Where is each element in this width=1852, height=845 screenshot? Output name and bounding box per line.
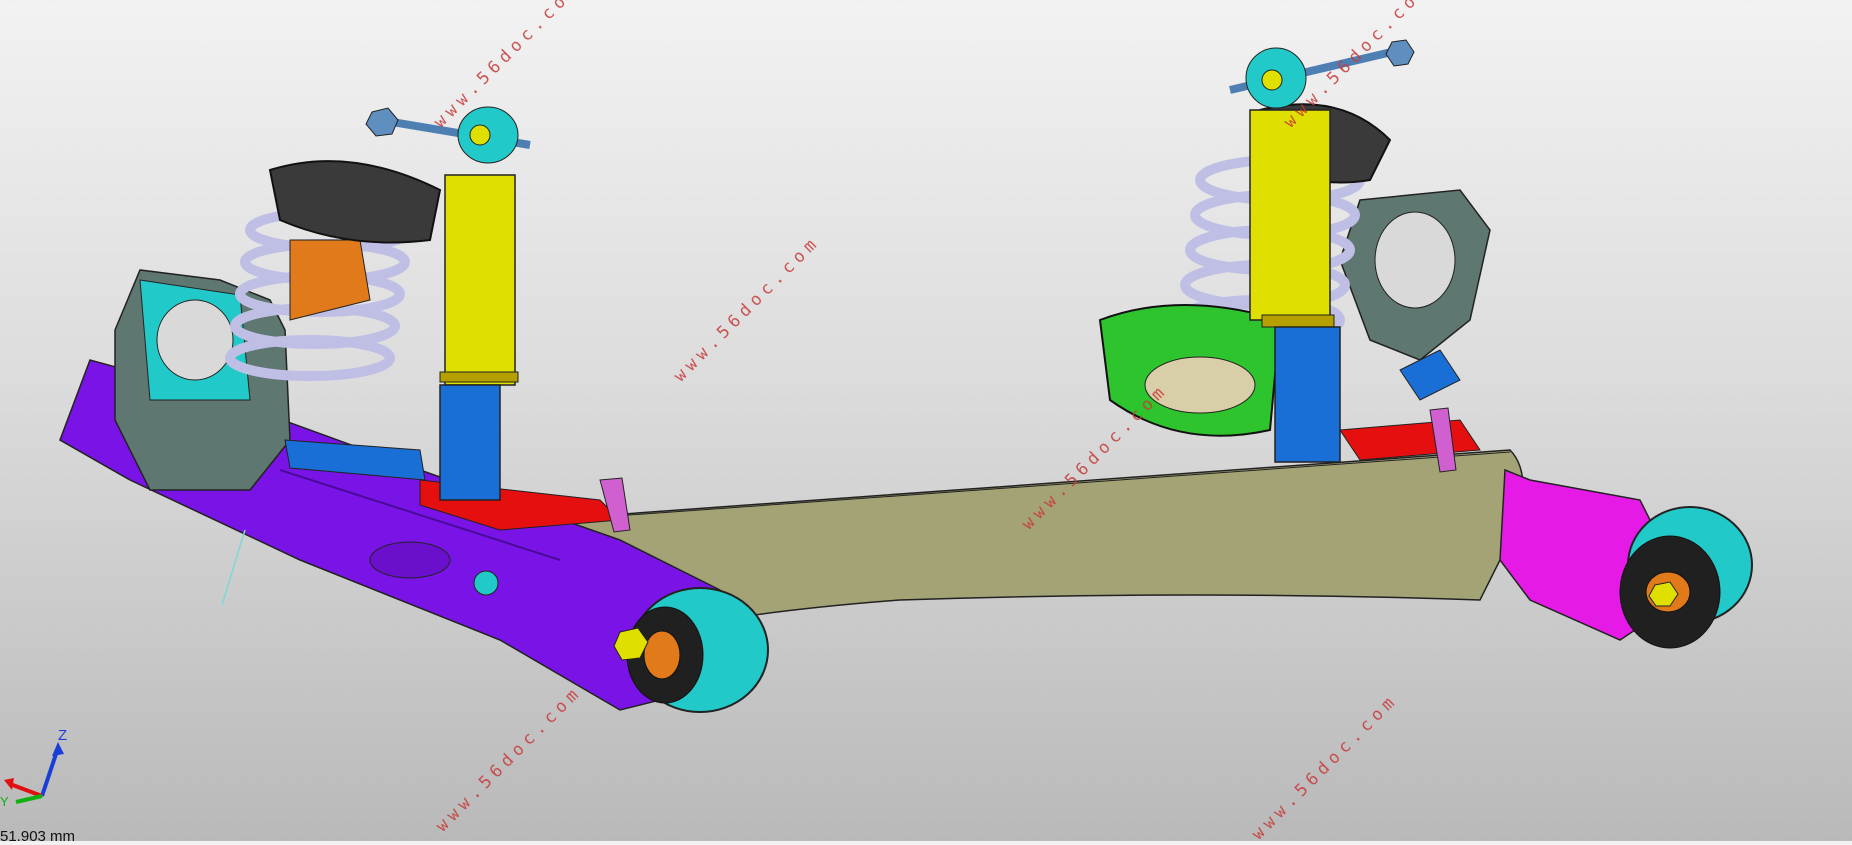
- left-damper-rod: [439, 384, 501, 501]
- construction-line: [221, 529, 246, 606]
- left-top-mount-core: [469, 124, 491, 146]
- axis-z-label: Z: [58, 727, 67, 744]
- right-damper-rod: [1274, 326, 1341, 463]
- axis-y-label: Y: [0, 794, 9, 806]
- left-damper-collar: [439, 371, 519, 383]
- arm-recess: [369, 541, 451, 579]
- right-damper-collar: [1261, 314, 1335, 328]
- rear-suspension-model[interactable]: [0, 0, 1852, 841]
- cad-viewport[interactable]: www.56doc.com www.56doc.com www.56doc.co…: [0, 0, 1852, 845]
- left-bolt-head: [365, 107, 399, 137]
- axis-triad[interactable]: Z Y: [0, 726, 80, 806]
- left-damper-body: [444, 174, 516, 386]
- axis-icon: Z Y: [0, 727, 67, 806]
- left-spring-seat: [268, 160, 442, 244]
- arm-hole: [473, 570, 499, 596]
- right-bolt-head: [1385, 39, 1415, 67]
- right-hub-bore: [1374, 211, 1456, 309]
- left-bushing-sleeve: [643, 630, 681, 680]
- scale-readout: 51.903 mm: [0, 828, 76, 845]
- right-top-mount-core: [1261, 69, 1283, 91]
- left-hub-bore: [156, 299, 234, 381]
- right-blue-bracket: [1399, 349, 1461, 401]
- right-damper-body: [1249, 109, 1331, 321]
